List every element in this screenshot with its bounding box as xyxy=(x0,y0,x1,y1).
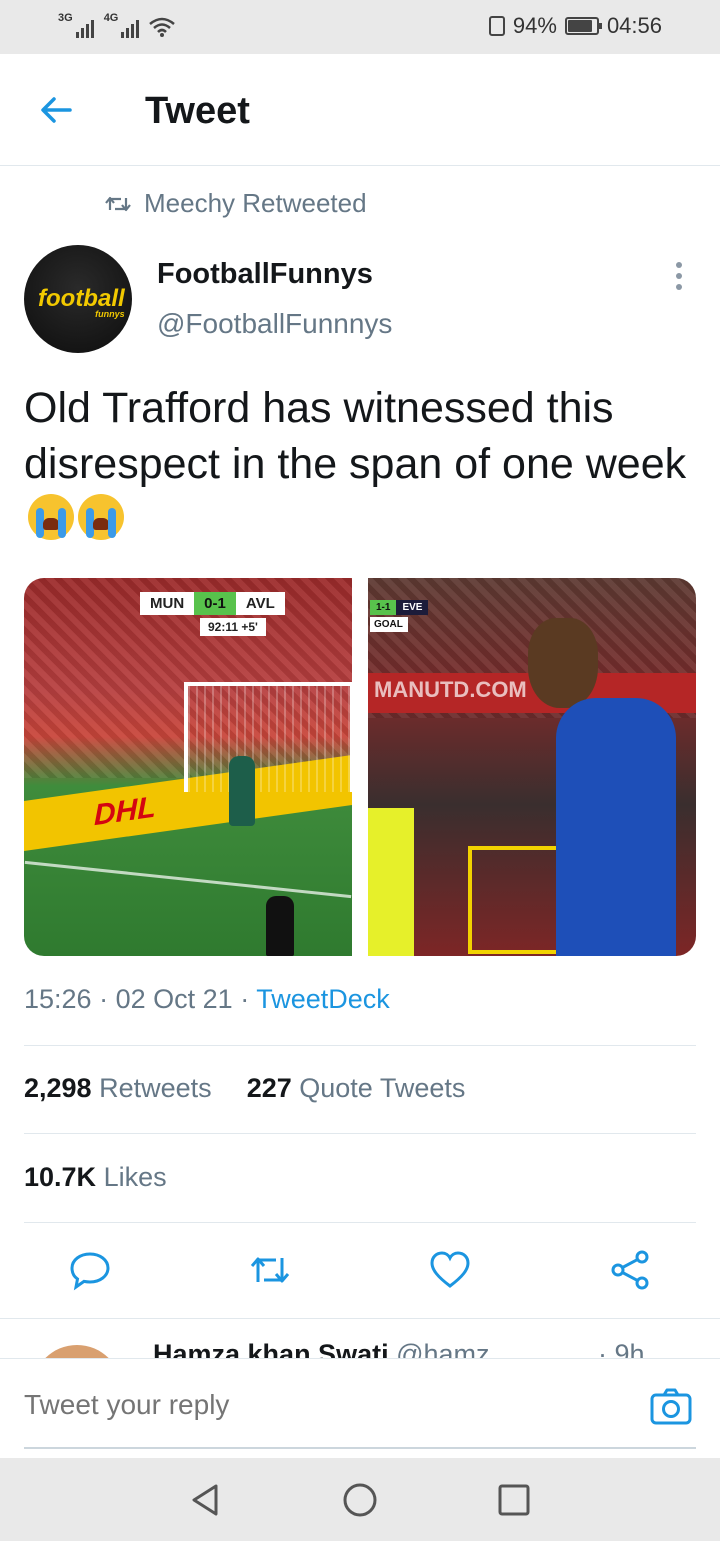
divider xyxy=(24,1045,696,1046)
author-handle[interactable]: @FootballFunnnys xyxy=(157,308,392,340)
retweet-small-icon xyxy=(105,196,131,211)
referee xyxy=(266,896,294,956)
scoreboard: MUN 0-1 AVL xyxy=(140,592,285,615)
quotes-label: Quote Tweets xyxy=(299,1073,466,1103)
share-icon[interactable] xyxy=(608,1248,652,1292)
nav-recents-icon[interactable] xyxy=(494,1480,534,1520)
tweet-body: Old Trafford has witnessed this disrespe… xyxy=(24,384,687,488)
tweet-date: 02 Oct 21 xyxy=(115,984,233,1014)
crying-face-icon xyxy=(28,494,74,540)
retweeted-by[interactable]: Meechy Retweeted xyxy=(104,188,367,219)
signal-4g-icon: 4G xyxy=(104,12,140,38)
reply-bar xyxy=(0,1358,720,1458)
reply-underline xyxy=(24,1447,696,1449)
nav-home-icon[interactable] xyxy=(340,1480,380,1520)
quotes-count: 227 xyxy=(246,1073,292,1103)
signal-3g-icon: 3G xyxy=(58,12,94,38)
goalkeeper xyxy=(229,756,255,826)
likes-stats[interactable]: 10.7K Likes xyxy=(24,1162,167,1193)
arrow-left-icon[interactable] xyxy=(36,90,76,130)
reply-input[interactable] xyxy=(24,1389,624,1421)
avatar-logo: football funnys xyxy=(38,285,125,319)
crying-face-icon xyxy=(78,494,124,540)
vibrate-icon xyxy=(488,16,505,36)
retweets-label: Retweets xyxy=(99,1073,212,1103)
divider xyxy=(24,1222,696,1223)
tweet-time: 15:26 xyxy=(24,984,92,1014)
status-right: 94% 04:56 xyxy=(488,13,662,39)
signal-indicators: 3G 4G xyxy=(58,12,176,38)
heart-icon[interactable] xyxy=(428,1248,472,1292)
tweet-text: Old Trafford has witnessed this disrespe… xyxy=(24,380,694,548)
more-options-icon[interactable] xyxy=(664,262,694,292)
retweeted-by-label: Meechy Retweeted xyxy=(144,188,367,218)
page-title: Tweet xyxy=(145,90,250,132)
tweet-meta: 15:26 · 02 Oct 21 · TweetDeck xyxy=(24,984,390,1014)
likes-label: Likes xyxy=(103,1162,167,1192)
battery-fill xyxy=(567,20,593,32)
avatar[interactable]: football funnys xyxy=(24,245,132,353)
retweet-icon[interactable] xyxy=(248,1248,292,1292)
app-header: Tweet xyxy=(0,54,720,166)
media-image-1[interactable]: DHL MUN 0-1 AVL 92:11 +5' xyxy=(24,578,352,956)
navigation-bar xyxy=(0,1458,720,1541)
reply-time: · 9h xyxy=(598,1339,645,1358)
retweets-count: 2,298 xyxy=(24,1073,92,1103)
battery-percent: 94% xyxy=(512,13,557,38)
divider xyxy=(24,1133,696,1134)
steward xyxy=(368,808,414,956)
status-bar: 3G 4G 94% 04:56 xyxy=(0,0,720,54)
match-clock: 92:11 +5' xyxy=(200,618,266,636)
media-image-2[interactable]: MANUTD.COM 1-1 EVE GOAL xyxy=(368,578,696,956)
author-name[interactable]: FootballFunnys xyxy=(157,258,373,291)
wifi-icon xyxy=(149,17,176,37)
battery-icon xyxy=(564,17,602,35)
camera-icon[interactable] xyxy=(650,1387,692,1427)
reply-author: Hamza khan Swati @hamz xyxy=(153,1339,490,1358)
player xyxy=(556,698,676,956)
tweet-actions xyxy=(0,1248,720,1298)
railing xyxy=(468,846,562,954)
reply-icon[interactable] xyxy=(68,1248,112,1292)
reply-preview[interactable]: Hamza khan Swati @hamz · 9h xyxy=(0,1318,720,1358)
reply-avatar xyxy=(32,1345,122,1358)
goal-net xyxy=(184,682,352,792)
nav-back-icon[interactable] xyxy=(186,1480,226,1520)
retweet-stats[interactable]: 2,298 Retweets 227 Quote Tweets xyxy=(24,1073,465,1104)
clock: 04:56 xyxy=(606,13,662,38)
player-head xyxy=(528,618,598,708)
scoreboard: 1-1 EVE GOAL xyxy=(370,600,429,632)
tweet-source[interactable]: TweetDeck xyxy=(256,984,390,1014)
likes-count: 10.7K xyxy=(24,1162,97,1192)
